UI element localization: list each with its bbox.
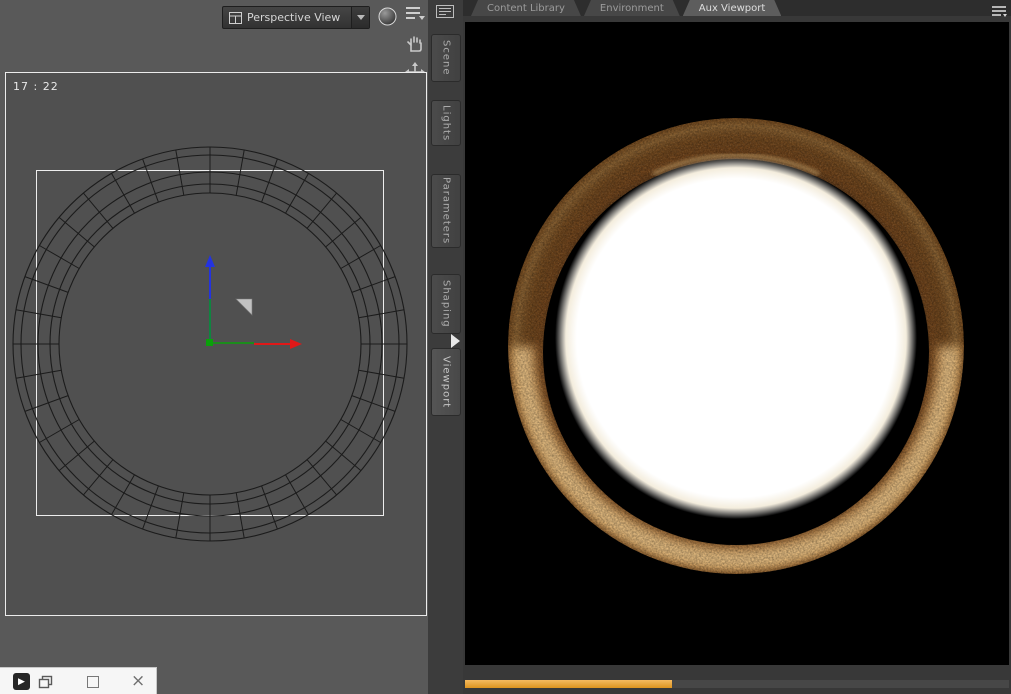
sphere-shading-button[interactable] xyxy=(378,7,397,26)
maximize-button[interactable] xyxy=(87,675,99,688)
view-selector-arrow[interactable] xyxy=(351,7,369,28)
window-icon xyxy=(38,675,53,688)
panel-collapse-arrow[interactable] xyxy=(451,334,460,348)
app-window: Perspective View 17: 22 Scene Lights Pa… xyxy=(0,0,1011,694)
pan-hand-icon xyxy=(407,36,422,52)
aux-panel: Content Library Environment Aux Viewport xyxy=(463,0,1011,694)
tab-content-library[interactable]: Content Library xyxy=(471,0,581,16)
close-button[interactable]: × xyxy=(131,673,145,690)
frame-counter: 17 : 22 xyxy=(13,80,59,93)
chevron-down-icon xyxy=(356,15,365,20)
restore-window-button[interactable] xyxy=(38,675,53,689)
view-selector-label: Perspective View xyxy=(247,11,341,24)
app-icon[interactable]: ▶ xyxy=(13,673,30,690)
dock-tab-parameters[interactable]: Parameters xyxy=(431,174,461,248)
sphere-icon xyxy=(378,7,397,26)
pan-tool-button[interactable] xyxy=(404,33,426,55)
panel-menu-button[interactable] xyxy=(991,2,1007,21)
grid-view-icon xyxy=(229,11,242,24)
rendered-torus xyxy=(465,22,1009,665)
dock-tab-viewport[interactable]: Viewport xyxy=(431,348,461,416)
view-presets-button[interactable] xyxy=(404,5,426,21)
tab-environment[interactable]: Environment xyxy=(584,0,680,16)
wireframe-torus xyxy=(12,146,408,542)
hamburger-menu-icon xyxy=(992,6,1007,17)
dock-tab-scene[interactable]: Scene xyxy=(431,34,461,82)
dock-tab-strip: Scene Lights Parameters Shaping Viewport xyxy=(428,0,463,694)
panes-icon[interactable] xyxy=(436,3,454,22)
perspective-viewport[interactable]: 17 : 22 xyxy=(5,72,427,616)
aux-panel-tab-bar: Content Library Environment Aux Viewport xyxy=(463,0,1011,17)
view-presets-icon xyxy=(406,7,425,20)
render-progress-bar xyxy=(465,680,1009,688)
view-selector-dropdown[interactable]: Perspective View xyxy=(222,6,370,29)
mini-taskbar: ▶ × xyxy=(0,667,157,694)
dock-tab-shaping[interactable]: Shaping xyxy=(431,274,461,334)
render-progress-fill xyxy=(465,680,672,688)
tab-aux-viewport[interactable]: Aux Viewport xyxy=(683,0,782,16)
dock-tab-lights[interactable]: Lights xyxy=(431,100,461,146)
axis-gizmo xyxy=(205,255,302,349)
aux-render-viewport[interactable] xyxy=(465,22,1009,665)
